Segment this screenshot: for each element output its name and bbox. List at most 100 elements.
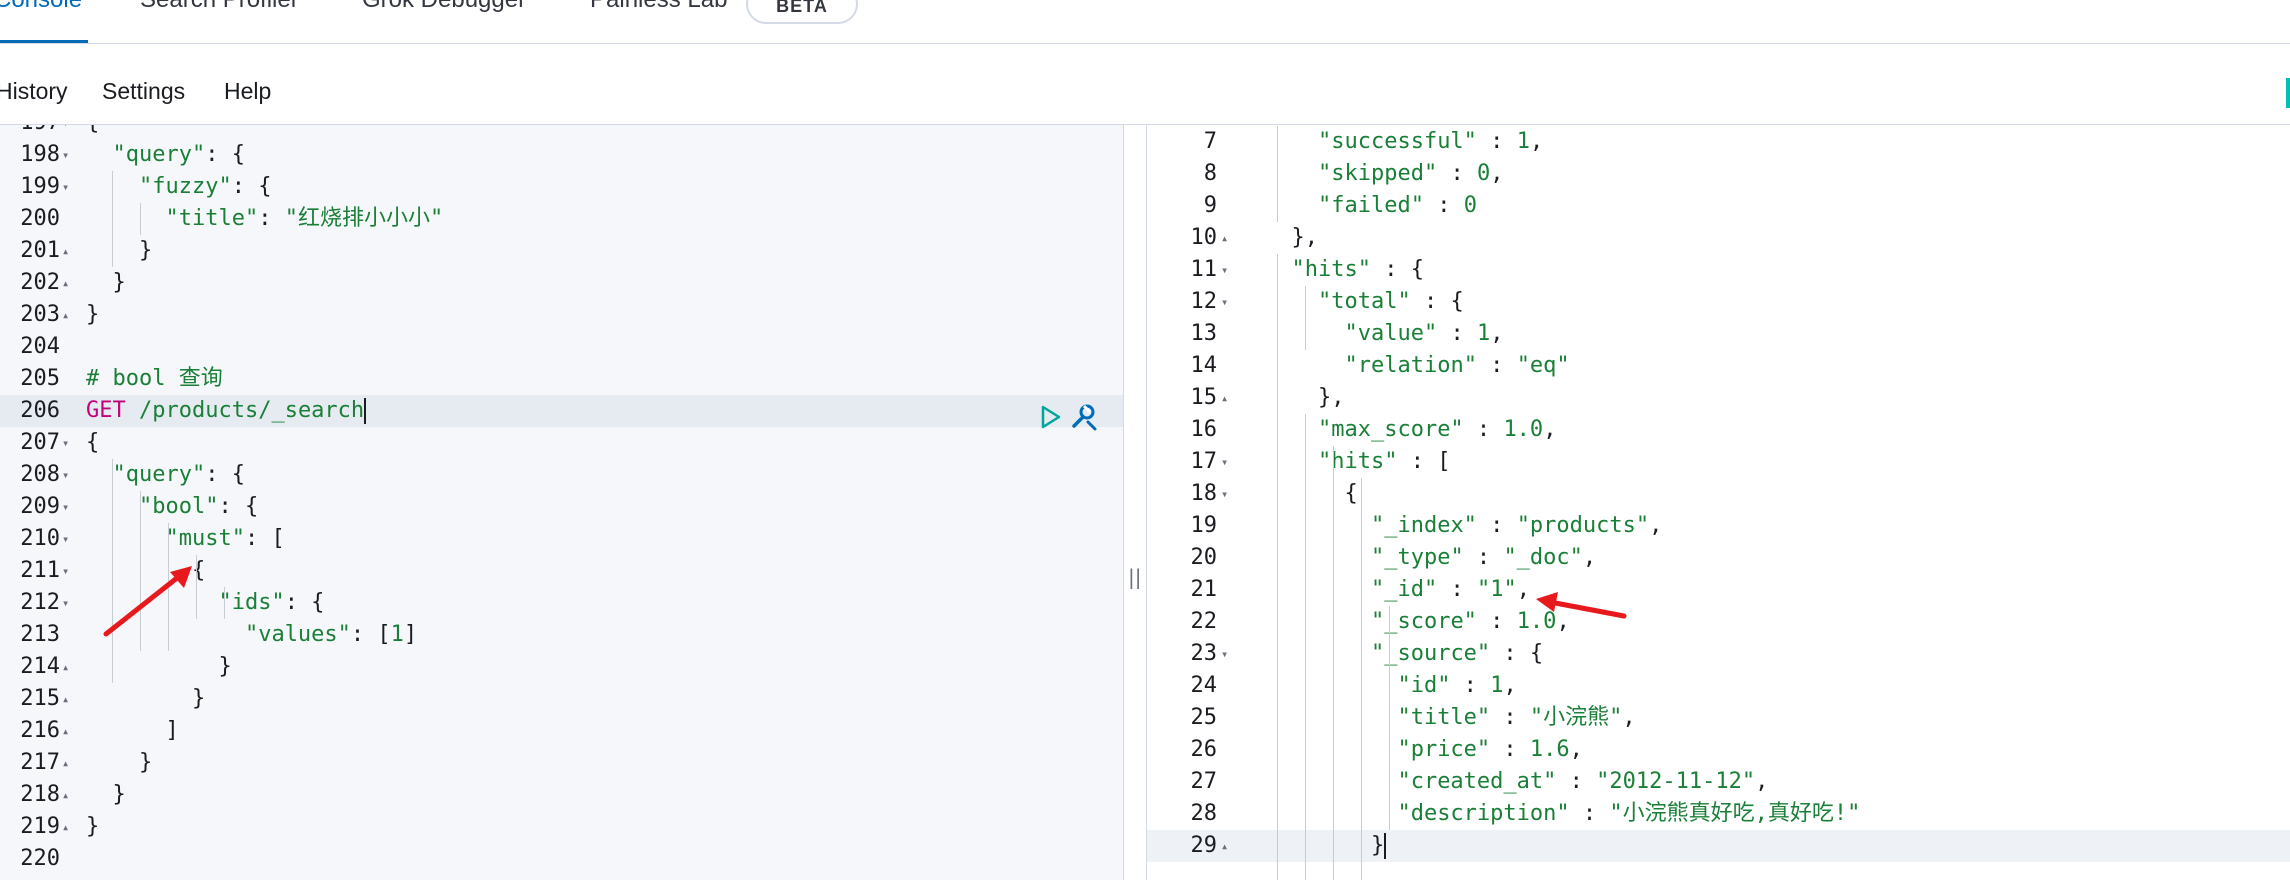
menu-help[interactable]: Help (224, 78, 271, 105)
tab-search-profiler[interactable]: Search Profiler (140, 0, 299, 14)
code-text: "_score" : 1.0, (1370, 609, 1570, 634)
wrench-icon[interactable] (1068, 402, 1098, 432)
fold-toggle-icon[interactable]: ▴ (62, 779, 69, 811)
request-code-line[interactable]: 202 ▴ } (0, 267, 1123, 299)
line-number: 19 (1190, 513, 1218, 538)
request-editor[interactable]: 197▾{198▾ "query": {199▾ "fuzzy": {200 "… (0, 125, 1123, 880)
response-code-line[interactable]: 9 "failed" : 0 (1147, 190, 2290, 222)
fold-toggle-icon[interactable]: ▴ (62, 235, 69, 267)
request-code-line[interactable]: 207 ▾ { (0, 427, 1123, 459)
response-code-line[interactable]: 13 "value" : 1, (1147, 318, 2290, 350)
request-code-line[interactable]: 201 ▴ } (0, 235, 1123, 267)
line-number: 200 (20, 206, 60, 231)
pane-resizer[interactable]: || (1123, 125, 1147, 880)
fold-toggle-icon[interactable]: ▾ (62, 125, 69, 139)
response-code-line[interactable]: 23 ▾ "_source" : { (1147, 638, 2290, 670)
fold-toggle-icon[interactable]: ▴ (62, 651, 69, 683)
request-code-line[interactable]: 209 ▾ "bool": { (0, 491, 1123, 523)
indent-guide (1305, 414, 1306, 880)
response-code-line[interactable]: 17 ▾ "hits" : [ (1147, 446, 2290, 478)
request-code-line[interactable]: 204 (0, 331, 1123, 363)
line-number: 23 (1190, 641, 1218, 666)
request-code-line[interactable]: 214 ▴ } (0, 651, 1123, 683)
line-number: 213 (20, 622, 60, 647)
status-indicator (2286, 78, 2290, 108)
line-number: 218 (20, 782, 60, 807)
response-code-line[interactable]: 18 ▾ { (1147, 478, 2290, 510)
code-text: } (86, 302, 100, 327)
request-code-line[interactable]: 197▾ { (0, 125, 1123, 139)
fold-toggle-icon[interactable]: ▾ (62, 587, 69, 619)
fold-toggle-icon[interactable]: ▾ (62, 459, 69, 491)
fold-toggle-icon[interactable]: ▴ (62, 747, 69, 779)
response-viewer[interactable]: 7 "successful" : 1, 8 "skipped" : 0, 9 "fa… (1147, 125, 2290, 880)
fold-toggle-icon[interactable]: ▴ (62, 715, 69, 747)
request-code-line[interactable]: 217 ▴ } (0, 747, 1123, 779)
request-code-line[interactable]: 198 ▾ "query": { (0, 139, 1123, 171)
response-code-line[interactable]: 29 ▴ } (1147, 830, 2290, 862)
fold-toggle-icon[interactable]: ▴ (62, 299, 69, 331)
fold-toggle-icon[interactable]: ▾ (62, 427, 69, 459)
line-number: 17 (1190, 449, 1218, 474)
response-code-line[interactable]: 26 "price" : 1.6, (1147, 734, 2290, 766)
response-code-line[interactable]: 20 "_type" : "_doc", (1147, 542, 2290, 574)
code-text: } (86, 686, 206, 711)
fold-toggle-icon[interactable]: ▾ (62, 139, 69, 171)
indent-guide (112, 171, 113, 267)
play-icon[interactable] (1040, 404, 1062, 430)
response-code-line[interactable]: 7 "successful" : 1, (1147, 126, 2290, 158)
response-code-line[interactable]: 14 "relation" : "eq" (1147, 350, 2290, 382)
request-code-line[interactable]: 203 ▴} (0, 299, 1123, 331)
request-code-line[interactable]: 199 ▾ "fuzzy": { (0, 171, 1123, 203)
fold-toggle-icon[interactable]: ▾ (62, 523, 69, 555)
fold-toggle-icon[interactable]: ▾ (1221, 286, 1228, 318)
fold-toggle-icon[interactable]: ▴ (62, 811, 69, 843)
text-cursor (364, 398, 367, 424)
fold-toggle-icon[interactable]: ▴ (1221, 830, 1228, 862)
response-code-line[interactable]: 15 ▴ }, (1147, 382, 2290, 414)
fold-toggle-icon[interactable]: ▴ (62, 267, 69, 299)
fold-toggle-icon[interactable]: ▴ (62, 683, 69, 715)
response-code-line[interactable]: 25 "title" : "小浣熊", (1147, 702, 2290, 734)
response-code-line[interactable]: 27 "created_at" : "2012-11-12", (1147, 766, 2290, 798)
request-code-line[interactable]: 205 # bool 查询 (0, 363, 1123, 395)
request-code-line[interactable]: 216 ▴ ] (0, 715, 1123, 747)
response-code-line[interactable]: 24 "id" : 1, (1147, 670, 2290, 702)
fold-toggle-icon[interactable]: ▾ (1221, 254, 1228, 286)
tab-console[interactable]: Console (0, 0, 82, 14)
fold-toggle-icon[interactable]: ▾ (62, 491, 69, 523)
response-code-line[interactable]: 8 "skipped" : 0, (1147, 158, 2290, 190)
response-code-line[interactable]: 16 "max_score" : 1.0, (1147, 414, 2290, 446)
menu-settings[interactable]: Settings (102, 78, 185, 105)
request-code-line[interactable]: 220 (0, 843, 1123, 875)
response-code-line[interactable]: 10 ▴ }, (1147, 222, 2290, 254)
line-number: 28 (1190, 801, 1218, 826)
line-number: 25 (1190, 705, 1218, 730)
request-code-line[interactable]: 208 ▾ "query": { (0, 459, 1123, 491)
fold-toggle-icon[interactable]: ▾ (1221, 638, 1228, 670)
line-number: 215 (20, 686, 60, 711)
fold-toggle-icon[interactable]: ▾ (1221, 478, 1228, 510)
tab-grok-debugger[interactable]: Grok Debugger (362, 0, 526, 14)
response-code-line[interactable]: 12 ▾ "total" : { (1147, 286, 2290, 318)
indent-guide (1305, 286, 1306, 350)
line-number: 214 (20, 654, 60, 679)
request-code-line[interactable]: 215 ▴ } (0, 683, 1123, 715)
fold-toggle-icon[interactable]: ▴ (1221, 222, 1228, 254)
response-code-line[interactable]: 22 "_score" : 1.0, (1147, 606, 2290, 638)
fold-toggle-icon[interactable]: ▾ (62, 555, 69, 587)
response-code-line[interactable]: 28 "description" : "小浣熊真好吃,真好吃!" (1147, 798, 2290, 830)
request-code-line[interactable]: 200 "title": "红烧排小小小" (0, 203, 1123, 235)
request-code-line[interactable]: 218 ▴ } (0, 779, 1123, 811)
response-code-line[interactable]: 11 ▾ "hits" : { (1147, 254, 2290, 286)
request-code-line[interactable]: 206 GET /products/_search (0, 395, 1123, 427)
tab-painless-lab[interactable]: Painless Lab (590, 0, 727, 14)
fold-toggle-icon[interactable]: ▾ (62, 171, 69, 203)
fold-toggle-icon[interactable]: ▾ (1221, 446, 1228, 478)
response-code-line[interactable]: 21 "_id" : "1", (1147, 574, 2290, 606)
request-code-line[interactable]: 219 ▴} (0, 811, 1123, 843)
response-code-line[interactable]: 19 "_index" : "products", (1147, 510, 2290, 542)
fold-toggle-icon[interactable]: ▴ (1221, 382, 1228, 414)
menu-history[interactable]: History (0, 78, 68, 105)
beta-badge: BETA (746, 0, 858, 24)
